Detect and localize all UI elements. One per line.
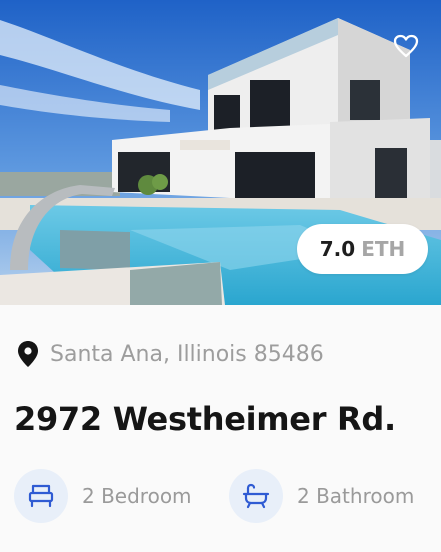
- bedroom-count: 2 Bedroom: [82, 484, 192, 508]
- location-row: Santa Ana, Illinois 85486: [16, 340, 324, 368]
- listing-title: 2972 Westheimer Rd.: [14, 400, 396, 438]
- property-card[interactable]: 7.0 ETH Santa Ana, Illinois 85486 2972 W…: [0, 0, 441, 552]
- map-pin-icon: [18, 341, 38, 367]
- price-currency: ETH: [361, 237, 406, 261]
- favorite-button[interactable]: [384, 24, 428, 68]
- location-text: Santa Ana, Illinois 85486: [50, 341, 324, 367]
- property-photo[interactable]: 7.0 ETH: [0, 0, 441, 305]
- bed-icon: [28, 484, 54, 508]
- price-amount: 7.0: [319, 237, 356, 261]
- bathroom-icon-wrap: [229, 469, 283, 523]
- bedroom-icon-wrap: [14, 469, 68, 523]
- bathtub-icon: [242, 483, 270, 509]
- price-badge: 7.0 ETH: [297, 224, 428, 274]
- bedroom-feature: 2 Bedroom: [14, 469, 192, 523]
- bathroom-count: 2 Bathroom: [297, 484, 415, 508]
- heart-icon: [393, 34, 419, 58]
- bathroom-feature: 2 Bathroom: [229, 469, 414, 523]
